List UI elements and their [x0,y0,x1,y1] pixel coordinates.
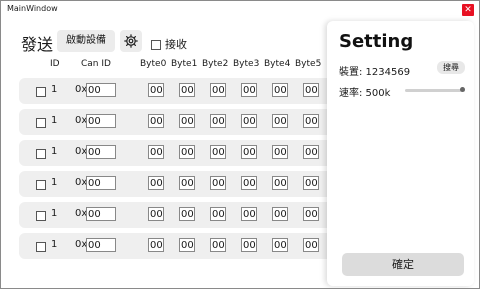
rate-slider-thumb[interactable] [460,87,465,92]
header-byte2: Byte2 [202,59,229,69]
row-id: 1 [51,239,58,250]
gear-icon [124,34,138,48]
header-byte5: Byte5 [295,59,322,69]
byte1-input[interactable]: 00 [179,207,195,221]
row-checkbox[interactable] [36,180,46,190]
byte0-input[interactable]: 00 [148,114,164,128]
byte5-input[interactable]: 00 [303,145,319,159]
start-device-button[interactable]: 啟動設備 [57,30,115,52]
search-button[interactable]: 搜尋 [437,61,465,74]
byte2-input[interactable]: 00 [210,145,226,159]
header-byte0: Byte0 [140,59,167,69]
row-id: 1 [51,84,58,95]
byte1-input[interactable]: 00 [179,114,195,128]
table-row: 1 0x 00 00 00 00 00 00 00 [19,233,349,259]
table-header: ID Can ID Byte0 Byte1 Byte2 Byte3 Byte4 … [1,59,331,73]
byte0-input[interactable]: 00 [148,83,164,97]
row-id: 1 [51,177,58,188]
byte4-input[interactable]: 00 [272,83,288,97]
byte0-input[interactable]: 00 [148,145,164,159]
byte2-input[interactable]: 00 [210,207,226,221]
confirm-button[interactable]: 確定 [342,253,464,276]
settings-title: Setting [339,31,414,52]
byte1-input[interactable]: 00 [179,83,195,97]
row-checkbox[interactable] [36,87,46,97]
byte3-input[interactable]: 00 [241,238,257,252]
byte1-input[interactable]: 00 [179,238,195,252]
byte5-input[interactable]: 00 [303,207,319,221]
can-id-input[interactable]: 00 [86,238,116,252]
row-id: 1 [51,115,58,126]
table-row: 1 0x 00 00 00 00 00 00 00 [19,171,349,197]
byte3-input[interactable]: 00 [241,176,257,190]
header-byte3: Byte3 [233,59,260,69]
table-row: 1 0x 00 00 00 00 00 00 00 [19,78,349,104]
byte0-input[interactable]: 00 [148,207,164,221]
rate-label: 速率: 500k [339,88,391,99]
byte4-input[interactable]: 00 [272,114,288,128]
byte4-input[interactable]: 00 [272,176,288,190]
byte0-input[interactable]: 00 [148,238,164,252]
row-id: 1 [51,208,58,219]
can-id-input[interactable]: 00 [86,114,116,128]
main-window: MainWindow ✕ 發送 啟動設備 接收 ID Can ID Byte0 … [0,0,480,289]
can-id-input[interactable]: 00 [86,145,116,159]
header-byte4: Byte4 [264,59,291,69]
table-row: 1 0x 00 00 00 00 00 00 00 [19,202,349,228]
can-id-input[interactable]: 00 [86,176,116,190]
byte1-input[interactable]: 00 [179,176,195,190]
settings-button[interactable] [120,30,142,52]
byte3-input[interactable]: 00 [241,145,257,159]
title-bar[interactable]: MainWindow ✕ [1,1,479,20]
byte2-input[interactable]: 00 [210,176,226,190]
row-id: 1 [51,146,58,157]
send-label: 發送 [21,35,54,54]
row-checkbox[interactable] [36,149,46,159]
byte5-input[interactable]: 00 [303,114,319,128]
row-checkbox[interactable] [36,242,46,252]
byte5-input[interactable]: 00 [303,176,319,190]
can-id-input[interactable]: 00 [86,207,116,221]
receive-label: 接收 [165,38,187,51]
byte5-input[interactable]: 00 [303,83,319,97]
close-button[interactable]: ✕ [462,4,474,16]
row-checkbox[interactable] [36,118,46,128]
window-title: MainWindow [7,4,58,13]
byte4-input[interactable]: 00 [272,207,288,221]
header-id: ID [50,59,60,69]
receive-toggle[interactable]: 接收 [151,36,187,52]
byte3-input[interactable]: 00 [241,83,257,97]
settings-panel: Setting 裝置: 1234569 搜尋 速率: 500k 確定 [327,21,474,286]
rate-slider-track[interactable] [405,89,465,92]
byte3-input[interactable]: 00 [241,207,257,221]
byte4-input[interactable]: 00 [272,238,288,252]
header-byte1: Byte1 [171,59,198,69]
byte1-input[interactable]: 00 [179,145,195,159]
byte2-input[interactable]: 00 [210,83,226,97]
can-id-input[interactable]: 00 [86,83,116,97]
device-label: 裝置: 1234569 [339,67,411,78]
byte3-input[interactable]: 00 [241,114,257,128]
table-row: 1 0x 00 00 00 00 00 00 00 [19,109,349,135]
header-can-id: Can ID [81,59,111,69]
byte0-input[interactable]: 00 [148,176,164,190]
table-row: 1 0x 00 00 00 00 00 00 00 [19,140,349,166]
receive-checkbox[interactable] [151,40,161,50]
byte2-input[interactable]: 00 [210,238,226,252]
byte5-input[interactable]: 00 [303,238,319,252]
byte2-input[interactable]: 00 [210,114,226,128]
row-checkbox[interactable] [36,211,46,221]
byte4-input[interactable]: 00 [272,145,288,159]
